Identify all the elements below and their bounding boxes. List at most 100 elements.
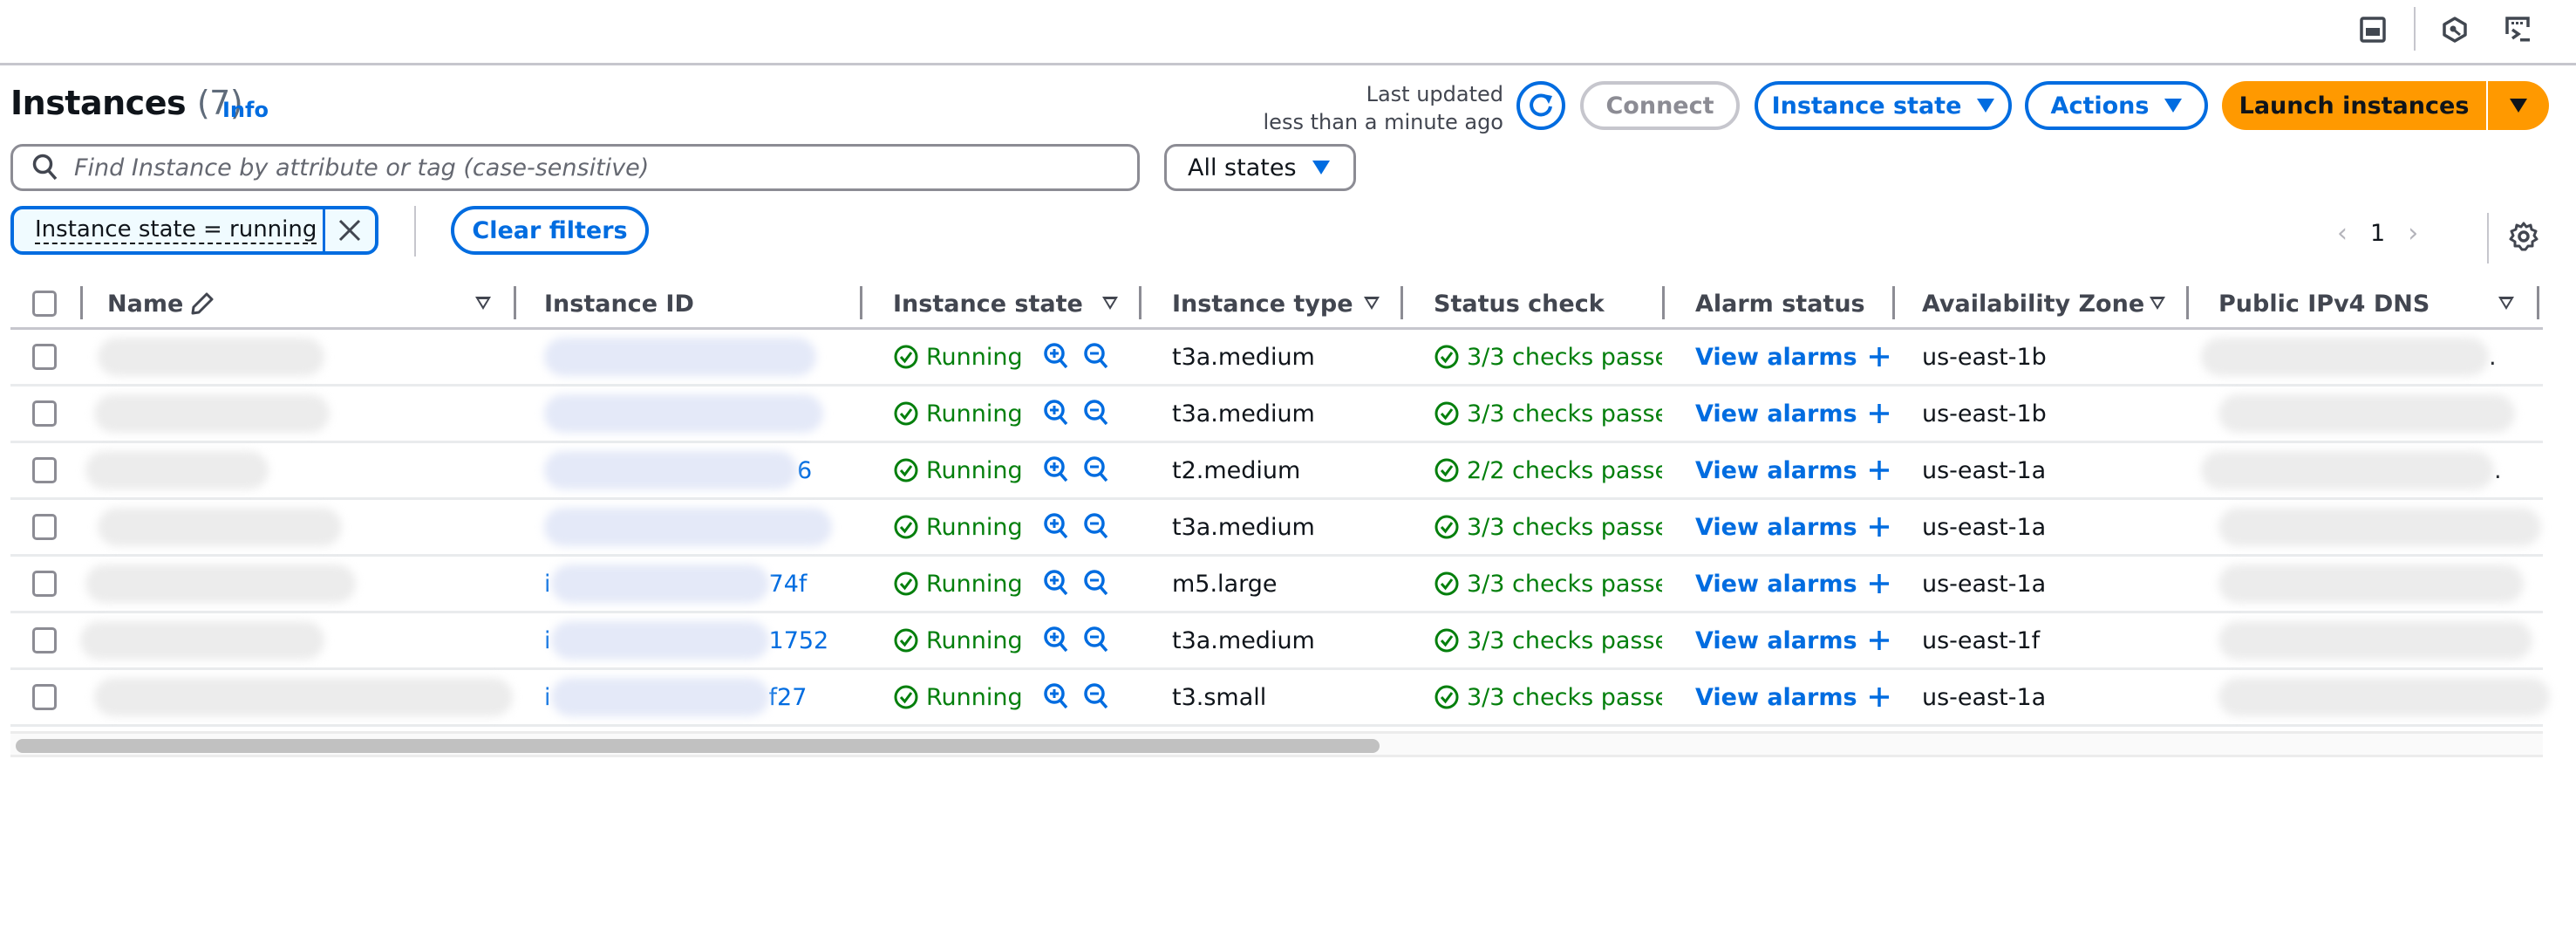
horizontal-scrollbar[interactable] [10,731,2543,757]
zoom-out-icon[interactable] [1083,570,1110,598]
plus-icon[interactable] [1868,629,1891,652]
column-divider[interactable] [514,286,516,319]
table-row[interactable]: Running t3a.medium 3/3 checks passed Vie… [10,330,2543,387]
zoom-out-icon[interactable] [1083,626,1110,654]
column-divider[interactable] [1662,286,1665,319]
view-alarms-link[interactable]: View alarms [1695,670,1891,724]
view-alarms-link[interactable]: View alarms [1695,500,1891,554]
zoom-out-icon[interactable] [1083,343,1110,371]
column-divider[interactable] [860,286,862,319]
select-all-checkbox[interactable] [32,277,57,330]
zoom-in-icon[interactable] [1043,513,1070,541]
cloudshell-hexagon-icon[interactable] [2439,14,2470,45]
plus-icon[interactable] [1868,346,1891,368]
filter-triangle-icon[interactable] [2498,297,2514,310]
instance-id-link[interactable] [544,387,823,441]
table-row[interactable]: Running t3a.medium 3/3 checks passed Vie… [10,387,2543,443]
zoom-in-icon[interactable] [1043,343,1070,371]
instance-id-link[interactable] [544,330,816,384]
row-checkbox[interactable] [32,670,57,724]
row-checkbox[interactable] [32,613,57,667]
availability-zone: us-east-1a [1922,513,2047,541]
row-checkbox[interactable] [32,330,57,384]
plus-icon[interactable] [1868,459,1891,482]
actions-button[interactable]: Actions [2025,81,2208,130]
launch-instances-button[interactable]: Launch instances [2222,81,2486,130]
zoom-out-icon[interactable] [1083,513,1110,541]
plus-icon[interactable] [1868,402,1891,425]
launch-instances-dropdown[interactable] [2488,81,2549,130]
instance-id-link[interactable]: i 74f [544,557,807,611]
table-body: Running t3a.medium 3/3 checks passed Vie… [10,330,2550,727]
remove-filter-button[interactable] [325,209,375,251]
previous-page-button[interactable]: ‹ [2337,218,2348,249]
row-checkbox[interactable] [32,443,57,497]
zoom-in-icon[interactable] [1043,683,1070,711]
instance-id-link[interactable]: 6 [544,443,812,497]
table-settings-button[interactable] [2508,221,2539,256]
plus-icon[interactable] [1868,516,1891,538]
panel-icon[interactable] [2357,14,2389,45]
table-row[interactable]: Running t3a.medium 3/3 checks passed Vie… [10,500,2543,557]
view-alarms-link[interactable]: View alarms [1695,387,1891,441]
row-checkbox[interactable] [32,500,57,554]
instance-id-link[interactable] [544,500,832,554]
zoom-out-icon[interactable] [1083,456,1110,484]
column-divider[interactable] [1400,286,1403,319]
filter-triangle-icon[interactable] [2150,297,2165,310]
column-header-name[interactable]: Name [107,277,215,330]
column-header-instance-type[interactable]: Instance type [1172,277,1353,330]
instance-state-button[interactable]: Instance state [1755,81,2012,130]
plus-icon[interactable] [1868,572,1891,595]
zoom-in-icon[interactable] [1043,626,1070,654]
instance-id-link[interactable]: i 1752 [544,613,828,667]
zoom-in-icon[interactable] [1043,456,1070,484]
connect-button[interactable]: Connect [1580,81,1740,130]
table-row[interactable]: i 1752 Running t3a.medium 3/3 checks pass… [10,613,2543,670]
view-alarms-link[interactable]: View alarms [1695,443,1891,497]
column-header-public-ipv4-dns[interactable]: Public IPv4 DNS [2218,277,2429,330]
filter-triangle-icon[interactable] [1102,297,1118,310]
column-header-status-check[interactable]: Status check [1434,277,1605,330]
filter-token: Instance state = running [10,206,378,255]
table-row[interactable]: i74f Running m5.large 3/3 checks passed … [10,557,2543,613]
clear-filters-button[interactable]: Clear filters [451,206,649,255]
success-check-icon [894,685,918,709]
column-divider[interactable] [2537,286,2539,319]
zoom-in-icon[interactable] [1043,400,1070,428]
terminal-icon[interactable] [2503,14,2534,45]
states-select-value: All states [1188,154,1297,181]
refresh-button[interactable] [1516,81,1565,130]
view-alarms-link[interactable]: View alarms [1695,330,1891,384]
column-header-instance-state[interactable]: Instance state [893,277,1083,330]
filter-triangle-icon[interactable] [475,297,491,310]
column-header-alarm-status[interactable]: Alarm status [1695,277,1865,330]
column-header-availability-zone[interactable]: Availability Zone [1922,277,2144,330]
instance-state-filter-select[interactable]: All states [1164,144,1356,191]
zoom-out-icon[interactable] [1083,400,1110,428]
status-check: 3/3 checks passed [1434,557,1662,611]
public-ipv4-dns: . [2201,443,2502,497]
next-page-button[interactable]: › [2408,218,2418,249]
column-divider[interactable] [1892,286,1895,319]
filter-token-label[interactable]: Instance state = running [14,209,325,251]
view-alarms-link[interactable]: View alarms [1695,557,1891,611]
row-checkbox[interactable] [32,557,57,611]
filter-triangle-icon[interactable] [1364,297,1380,310]
info-link[interactable]: Info [222,98,269,122]
instance-id-link[interactable]: i f27 [544,670,807,724]
column-divider[interactable] [2186,286,2189,319]
view-alarms-link[interactable]: View alarms [1695,613,1891,667]
zoom-in-icon[interactable] [1043,570,1070,598]
column-divider[interactable] [1139,286,1141,319]
search-bar[interactable] [10,144,1140,191]
search-input[interactable] [74,154,1103,181]
plus-icon[interactable] [1868,686,1891,708]
scrollbar-thumb[interactable] [16,739,1380,753]
row-checkbox[interactable] [32,387,57,441]
zoom-out-icon[interactable] [1083,683,1110,711]
table-row[interactable]: if27 Running t3.small 3/3 checks passed … [10,670,2550,727]
table-row[interactable]: 6 Running t2.medium 2/2 checks passed Vi… [10,443,2543,500]
page-number-1[interactable]: 1 [2370,220,2385,247]
column-header-instance-id[interactable]: Instance ID [544,277,694,330]
